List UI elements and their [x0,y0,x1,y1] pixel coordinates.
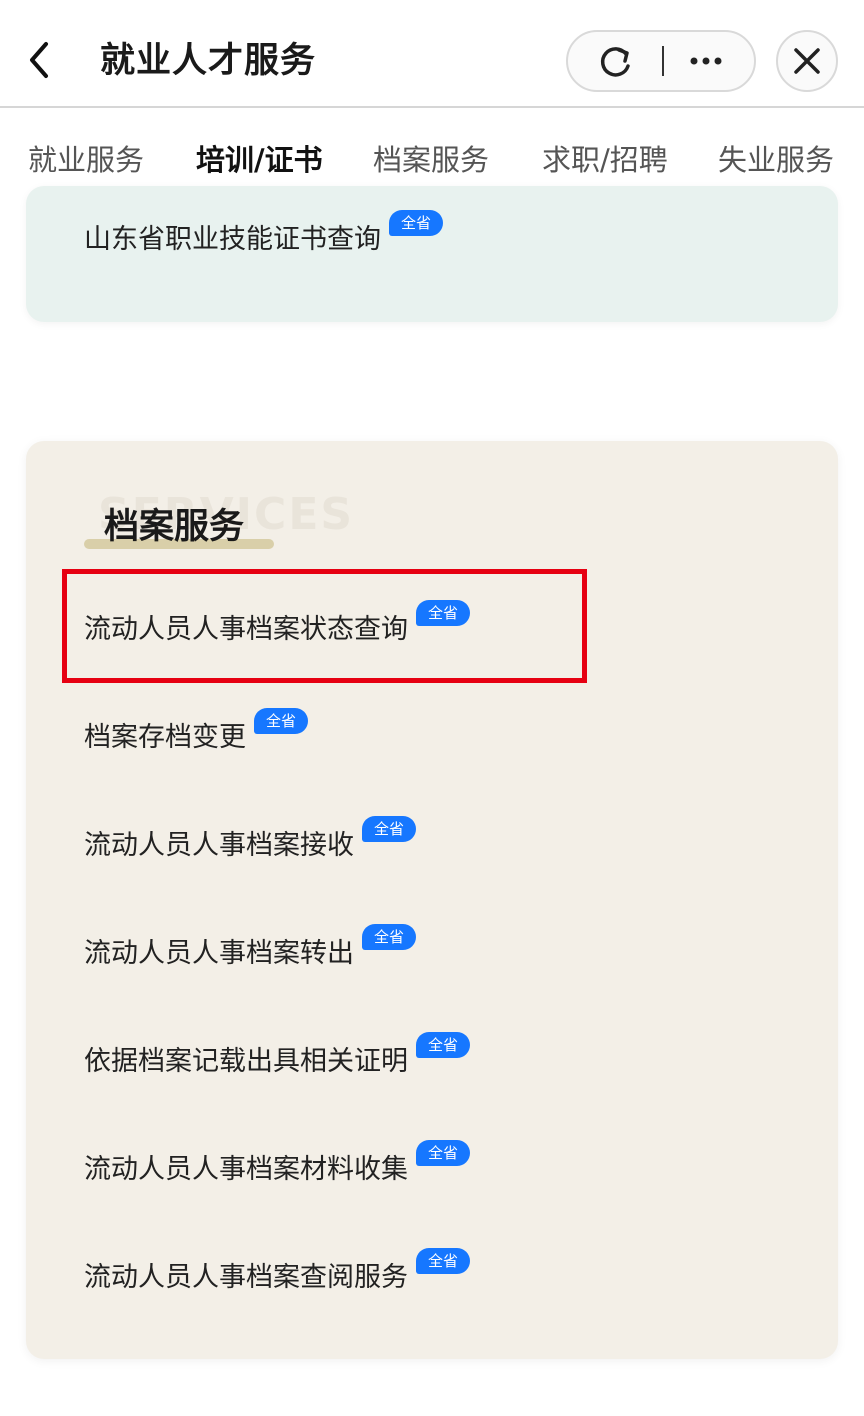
province-badge: 全省 [416,1032,471,1058]
province-badge: 全省 [416,600,471,626]
chevron-left-icon [30,42,48,78]
service-item-archive-certificate[interactable]: 依据档案记载出具相关证明 全省 [84,1032,471,1077]
service-item-archive-receive[interactable]: 流动人员人事档案接收 全省 [84,816,417,861]
tab-employment[interactable]: 就业服务 [28,140,144,180]
service-label: 依据档案记载出具相关证明 [84,1046,408,1077]
more-button[interactable] [660,32,754,90]
service-label: 流动人员人事档案查阅服务 [84,1262,408,1293]
more-dots-icon [690,57,722,65]
province-badge: 全省 [416,1140,471,1166]
tab-unemployment[interactable]: 失业服务 [718,140,834,180]
section-heading: SERVICES 档案服务 [84,489,352,553]
province-badge: 全省 [362,924,417,950]
back-button[interactable] [24,38,58,82]
close-button[interactable] [776,30,838,92]
service-label: 流动人员人事档案转出 [84,938,354,969]
section-title: 档案服务 [104,507,245,547]
refresh-button[interactable] [568,32,662,90]
service-label: 流动人员人事档案材料收集 [84,1154,408,1185]
tab-job-recruitment[interactable]: 求职/招聘 [542,140,668,180]
province-badge: 全省 [254,708,309,734]
service-item-archive-consult[interactable]: 流动人员人事档案查阅服务 全省 [84,1248,471,1293]
service-label: 山东省职业技能证书查询 [84,224,381,255]
service-item-archive-transfer-out[interactable]: 流动人员人事档案转出 全省 [84,924,417,969]
province-badge: 全省 [389,210,444,236]
service-label: 档案存档变更 [84,722,246,753]
service-label: 流动人员人事档案状态查询 [84,614,408,645]
service-item-archive-status-query[interactable]: 流动人员人事档案状态查询 全省 [84,600,471,645]
service-label: 流动人员人事档案接收 [84,830,354,861]
tab-training-certificate[interactable]: 培训/证书 [196,140,323,180]
top-bar: 就业人才服务 [0,0,864,108]
page-title: 就业人才服务 [100,41,317,81]
close-icon [794,48,820,74]
service-item-certificate-query[interactable]: 山东省职业技能证书查询 全省 [84,210,444,255]
province-badge: 全省 [362,816,417,842]
service-item-archive-material-collection[interactable]: 流动人员人事档案材料收集 全省 [84,1140,471,1185]
service-item-archive-change[interactable]: 档案存档变更 全省 [84,708,309,753]
archive-service-card [26,441,838,1359]
refresh-icon [600,47,630,77]
tab-archive[interactable]: 档案服务 [373,140,489,180]
mini-program-capsule [566,30,756,92]
scroll-content [0,186,864,1416]
province-badge: 全省 [416,1248,471,1274]
